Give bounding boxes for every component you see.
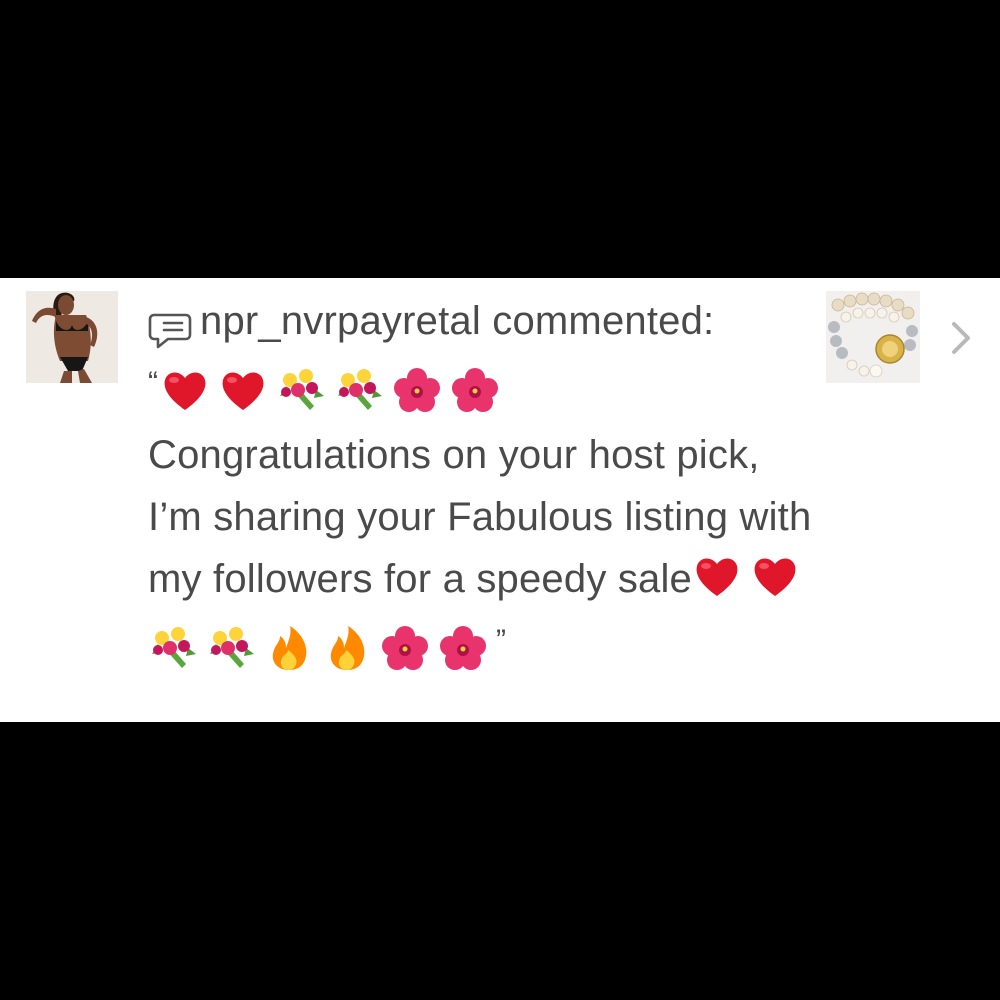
comment-text-block: npr_nvrpayretal commented: “ Congratulat… (148, 290, 818, 682)
leading-emoji-group (160, 368, 508, 415)
listing-thumbnail[interactable] (826, 291, 920, 383)
close-quote: ” (496, 624, 507, 657)
username-link[interactable]: npr_nvrpayretal (200, 299, 481, 343)
leading-emoji-line: “ (148, 352, 818, 424)
heart-emoji (218, 366, 268, 416)
bouquet-emoji (276, 366, 326, 416)
heart-emoji (750, 552, 800, 602)
hibiscus-emoji (392, 366, 442, 416)
hibiscus-emoji (450, 366, 500, 416)
hibiscus-emoji (380, 624, 430, 674)
comment-message: Congratulations on your host pick, I’m s… (148, 433, 811, 673)
bouquet-emoji (206, 624, 256, 674)
heart-emoji (160, 366, 210, 416)
bouquet-emoji (334, 366, 384, 416)
user-avatar[interactable] (26, 291, 118, 383)
bouquet-emoji (148, 624, 198, 674)
chevron-right-icon[interactable] (946, 318, 976, 358)
heart-emoji (692, 552, 742, 602)
action-text: commented: (492, 299, 715, 343)
comment-notification-row[interactable]: npr_nvrpayretal commented: “ Congratulat… (0, 278, 1000, 722)
open-quote: “ (148, 366, 159, 399)
hibiscus-emoji (438, 624, 488, 674)
fire-emoji (322, 624, 372, 674)
comment-header: npr_nvrpayretal commented: (148, 290, 818, 352)
fire-emoji (264, 624, 314, 674)
screen: npr_nvrpayretal commented: “ Congratulat… (0, 0, 1000, 1000)
